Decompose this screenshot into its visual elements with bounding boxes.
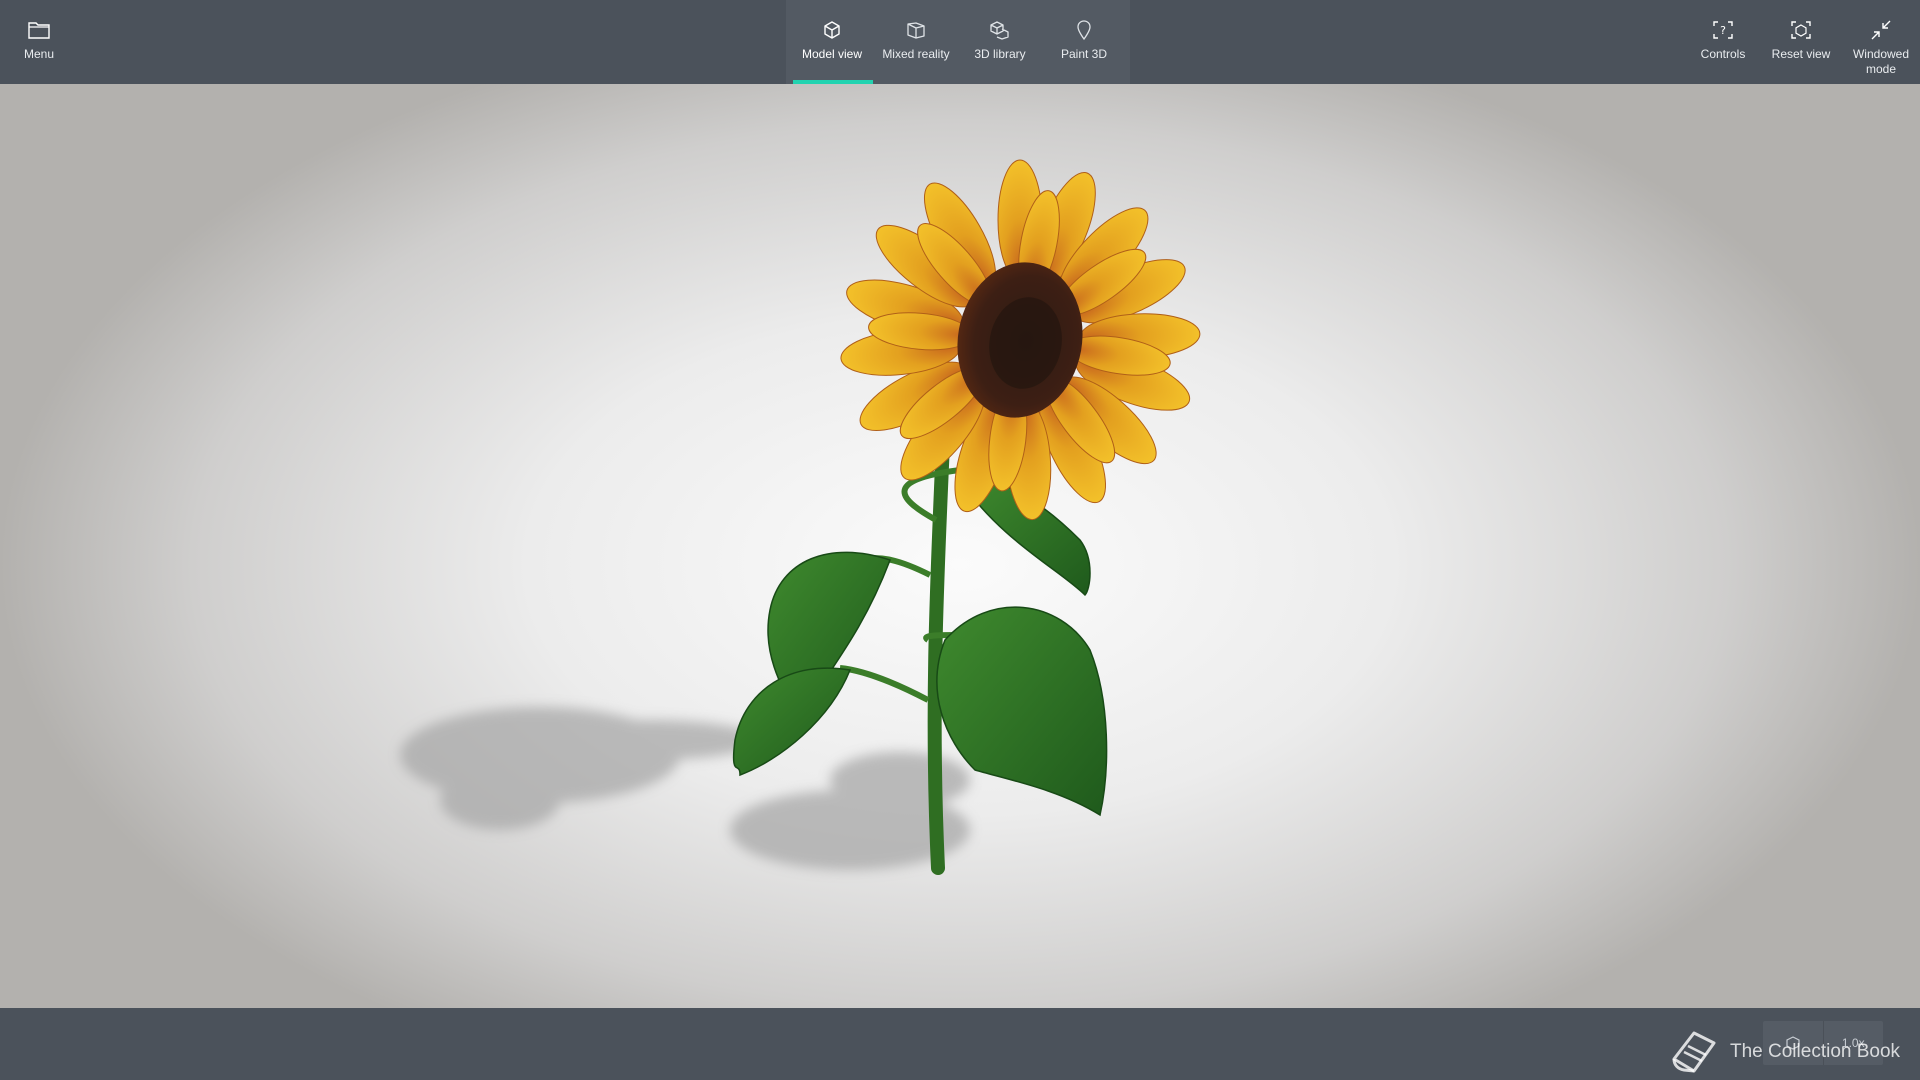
tab-label: Mixed reality xyxy=(882,47,950,61)
reset-view-label: Reset view xyxy=(1771,47,1831,61)
tab-paint-3d[interactable]: Paint 3D xyxy=(1042,0,1126,84)
top-toolbar: Menu Model view Mixed reality 3D library… xyxy=(0,0,1920,84)
view-tab-group: Model view Mixed reality 3D library Pain… xyxy=(786,0,1130,84)
library-icon xyxy=(986,16,1014,44)
tab-label: 3D library xyxy=(974,47,1026,61)
mixed-reality-icon xyxy=(902,16,930,44)
tab-label: Model view xyxy=(801,47,863,61)
model-viewport[interactable] xyxy=(0,84,1920,1008)
tab-mixed-reality[interactable]: Mixed reality xyxy=(874,0,958,84)
watermark: The Collection Book xyxy=(1668,1030,1900,1074)
svg-text:?: ? xyxy=(1720,24,1726,37)
menu-label: Menu xyxy=(23,47,55,61)
tab-model-view[interactable]: Model view xyxy=(790,0,874,84)
tab-3d-library[interactable]: 3D library xyxy=(958,0,1042,84)
controls-label: Controls xyxy=(1700,47,1746,61)
watermark-text: The Collection Book xyxy=(1730,1041,1901,1062)
book-icon xyxy=(1672,1031,1716,1073)
bottom-status-bar xyxy=(0,1008,1920,1080)
cube-icon xyxy=(818,16,846,44)
paint-pin-icon xyxy=(1070,16,1098,44)
controls-icon: ? xyxy=(1709,16,1737,44)
reset-view-button[interactable]: Reset view xyxy=(1766,0,1836,84)
windowed-mode-label: Windowed mode xyxy=(1852,47,1910,76)
tab-label: Paint 3D xyxy=(1060,47,1108,61)
reset-view-icon xyxy=(1787,16,1815,44)
folder-icon xyxy=(25,16,53,44)
flower-head xyxy=(840,159,1201,521)
sunflower-model[interactable] xyxy=(0,84,1920,1008)
menu-button[interactable]: Menu xyxy=(14,0,64,84)
collapse-arrows-icon xyxy=(1867,16,1895,44)
model-shadow xyxy=(400,707,970,870)
controls-button[interactable]: ? Controls xyxy=(1690,0,1756,84)
windowed-mode-button[interactable]: Windowed mode xyxy=(1846,0,1916,84)
